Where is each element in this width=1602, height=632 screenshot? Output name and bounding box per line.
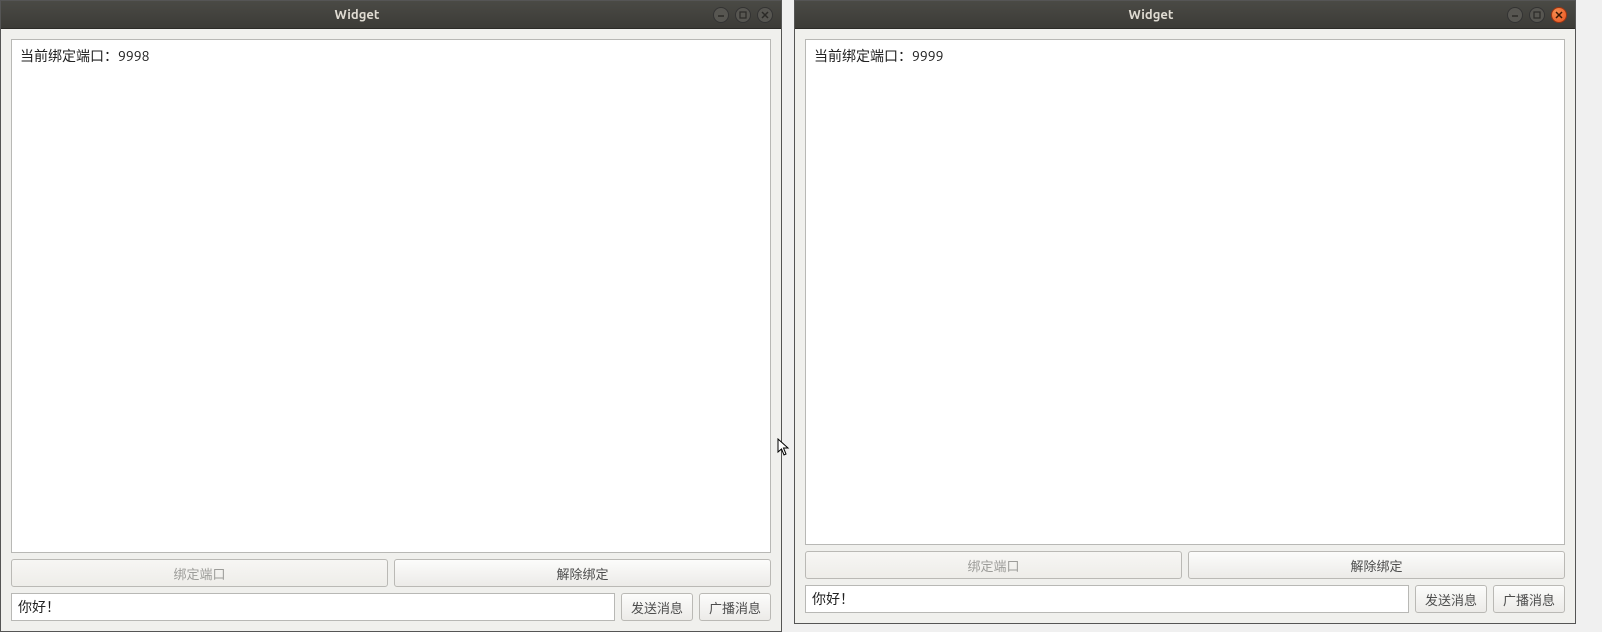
window-body: 当前绑定端口：9999 绑定端口 解除绑定 发送消息 广播消息 <box>795 29 1575 623</box>
titlebar[interactable]: Widget <box>795 1 1575 29</box>
bind-button-row: 绑定端口 解除绑定 <box>11 559 771 587</box>
titlebar[interactable]: Widget <box>1 1 781 29</box>
broadcast-message-button[interactable]: 广播消息 <box>699 593 771 621</box>
maximize-icon[interactable] <box>735 7 751 23</box>
window-body: 当前绑定端口：9998 绑定端口 解除绑定 发送消息 广播消息 <box>1 29 781 631</box>
bind-button-row: 绑定端口 解除绑定 <box>805 551 1565 579</box>
message-input[interactable] <box>805 585 1409 613</box>
unbind-port-button[interactable]: 解除绑定 <box>394 559 771 587</box>
window-title: Widget <box>1 8 713 22</box>
log-text: 当前绑定端口：9999 <box>814 48 944 64</box>
message-input-row: 发送消息 广播消息 <box>805 585 1565 613</box>
window-right: Widget 当前绑定端口：9999 绑定端口 解除绑定 发送消息 广播消息 <box>794 0 1576 624</box>
window-left: Widget 当前绑定端口：9998 绑定端口 解除绑定 发送消息 广播消息 <box>0 0 782 632</box>
message-input[interactable] <box>11 593 615 621</box>
bind-port-button[interactable]: 绑定端口 <box>805 551 1182 579</box>
broadcast-message-button[interactable]: 广播消息 <box>1493 585 1565 613</box>
unbind-port-button[interactable]: 解除绑定 <box>1188 551 1565 579</box>
log-text-area[interactable]: 当前绑定端口：9998 <box>11 39 771 553</box>
send-message-button[interactable]: 发送消息 <box>1415 585 1487 613</box>
send-message-button[interactable]: 发送消息 <box>621 593 693 621</box>
window-controls <box>713 7 781 23</box>
maximize-icon[interactable] <box>1529 7 1545 23</box>
message-input-row: 发送消息 广播消息 <box>11 593 771 621</box>
window-title: Widget <box>795 8 1507 22</box>
close-icon[interactable] <box>1551 7 1567 23</box>
window-controls <box>1507 7 1575 23</box>
close-icon[interactable] <box>757 7 773 23</box>
log-text: 当前绑定端口：9998 <box>20 48 150 64</box>
log-text-area[interactable]: 当前绑定端口：9999 <box>805 39 1565 545</box>
minimize-icon[interactable] <box>1507 7 1523 23</box>
bind-port-button[interactable]: 绑定端口 <box>11 559 388 587</box>
minimize-icon[interactable] <box>713 7 729 23</box>
